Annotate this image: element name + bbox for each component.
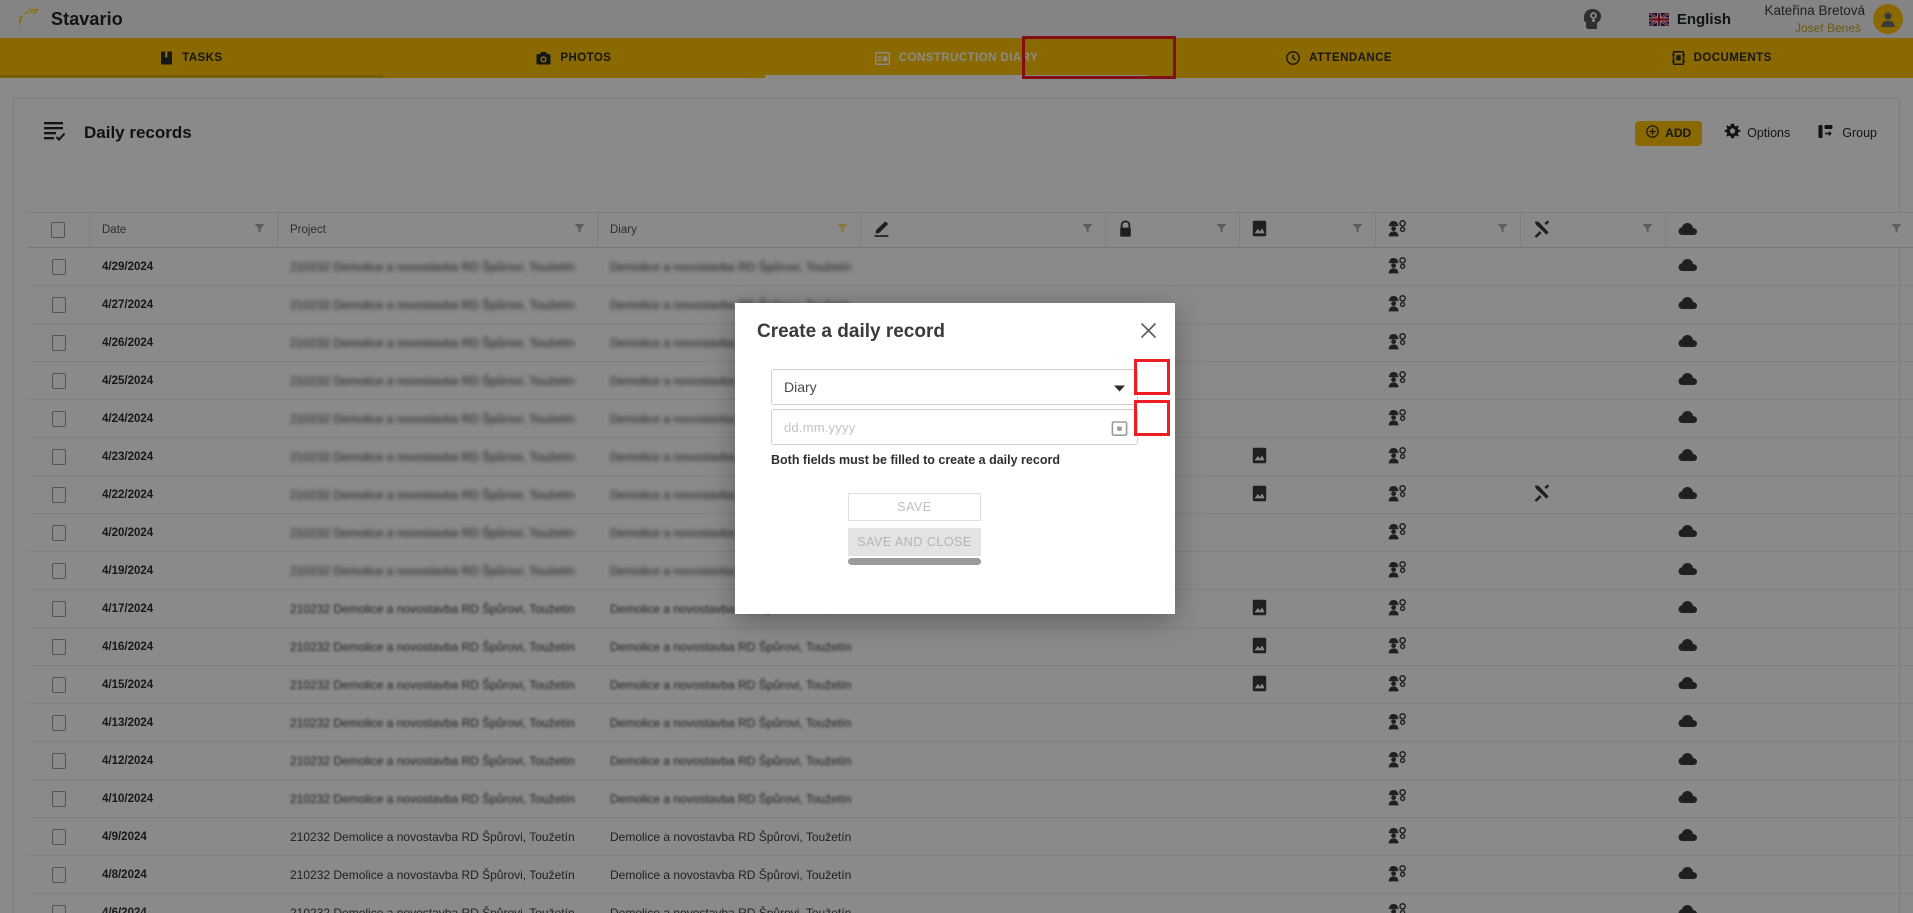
save-and-close-button[interactable]: SAVE AND CLOSE <box>848 528 981 556</box>
calendar-icon[interactable] <box>1102 411 1136 445</box>
create-daily-record-dialog: Create a daily record Diary dd.mm.yyyy B… <box>735 303 1175 614</box>
save-button[interactable]: SAVE <box>848 493 981 521</box>
dialog-title: Create a daily record <box>757 321 945 342</box>
close-icon[interactable] <box>1135 317 1161 343</box>
validation-hint: Both fields must be filled to create a d… <box>771 453 1060 467</box>
date-field[interactable]: dd.mm.yyyy <box>771 409 1138 445</box>
diary-select[interactable]: Diary <box>771 369 1138 405</box>
dialog-resize-handle[interactable] <box>848 558 981 565</box>
chevron-down-icon[interactable] <box>1102 371 1136 405</box>
diary-select-value: Diary <box>784 379 817 395</box>
date-field-placeholder: dd.mm.yyyy <box>784 419 856 435</box>
app-root: Stavario English Kateřina Bretová Josef … <box>0 0 1913 913</box>
